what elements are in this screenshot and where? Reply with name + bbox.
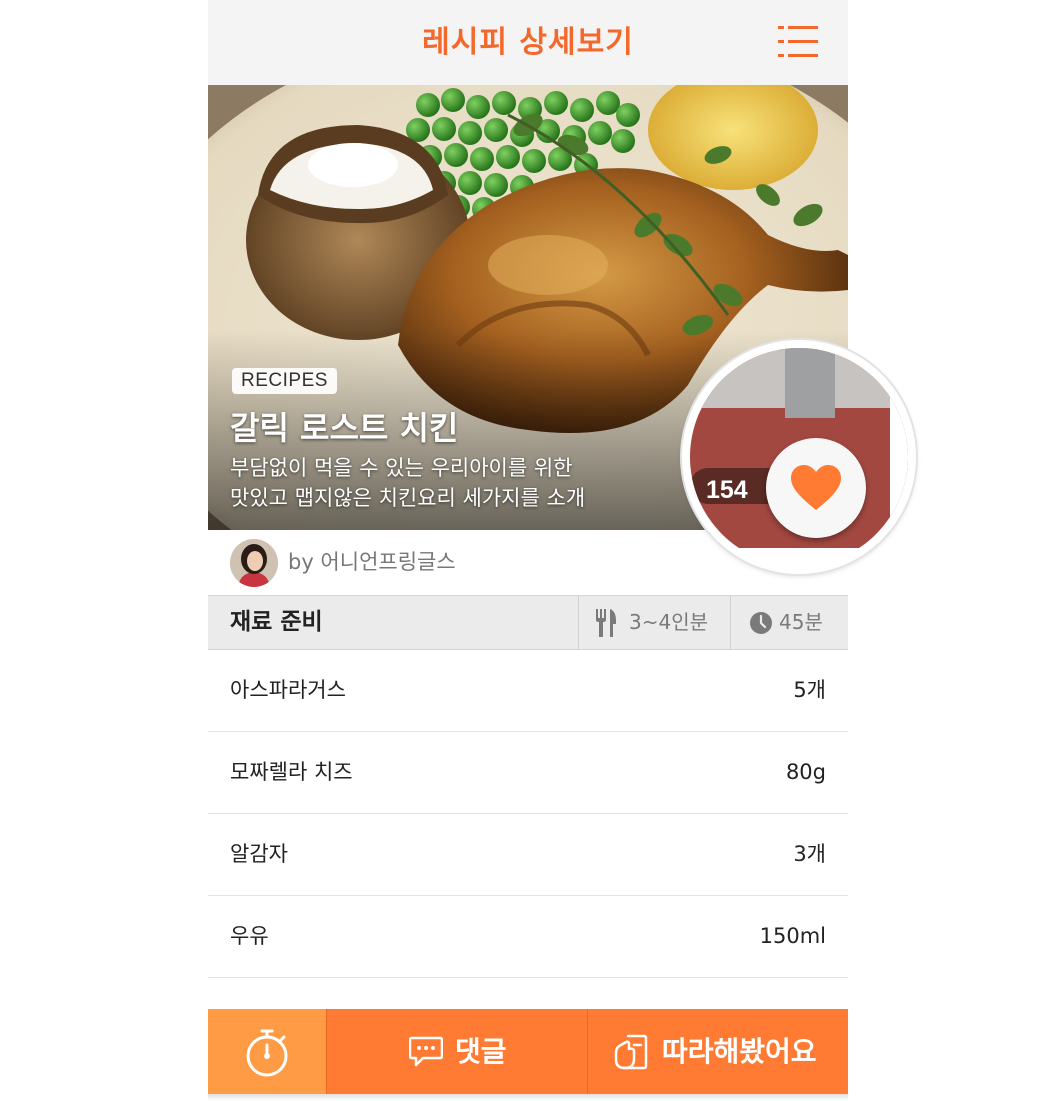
follow-along-button[interactable]: 따라해봤어요 [588,1009,848,1094]
ingredient-quantity: 80g [785,760,826,784]
list-item: 우유 150ml [208,896,848,978]
recipe-description-line: 부담없이 먹을 수 있는 우리아이를 위한 [230,456,573,480]
ingredients-title: 재료 준비 [230,609,323,635]
author-name[interactable]: by 어니언프링글스 [288,530,456,595]
list-item: 모짜렐라 치즈 80g [208,732,848,814]
recipe-description-line: 맛있고 맵지않은 치킨요리 세가지를 소개 [230,486,586,510]
timer-button[interactable] [208,1009,327,1094]
recipe-detail-screen: 레시피 상세보기 RECIPES 갈릭 로스트 치킨 부담없이 먹을 수 있는 … [208,0,916,1101]
ingredient-quantity: 3개 [793,842,826,866]
ingredient-quantity: 150ml [759,924,826,948]
app-header: 레시피 상세보기 [208,0,848,86]
ingredient-name: 우유 [230,924,269,948]
recipe-title: 갈릭 로스트 치킨 [230,409,459,447]
clock-icon [750,612,772,634]
category-tag[interactable]: RECIPES [232,368,337,394]
ingredient-name: 아스파라거스 [230,678,346,702]
toolbar-shadow [208,1094,848,1101]
cook-time: 45분 [730,596,849,649]
serving-size: 3~4인분 [578,596,731,649]
recipe-description: 부담없이 먹을 수 있는 우리아이를 위한 맛있고 맵지않은 치킨요리 세가지를… [230,453,670,513]
like-widget: 154 [682,340,916,574]
like-count: 154 [706,476,748,504]
follow-along-label: 따라해봤어요 [662,1035,817,1068]
page-title: 레시피 상세보기 [422,25,634,60]
ingredient-quantity: 5개 [793,678,826,702]
serving-text: 3~4인분 [629,610,709,634]
speech-bubble-icon [409,1036,443,1067]
avatar[interactable] [230,539,278,587]
menu-button[interactable] [778,24,818,60]
author-avatar-photo [230,539,278,587]
stopwatch-icon [246,1029,288,1077]
heart-icon [791,465,841,510]
comment-label: 댓글 [455,1035,507,1068]
ingredient-list: 아스파라거스 5개 모짜렐라 치즈 80g 알감자 3개 우유 150ml [208,650,848,978]
ingredients-header: 재료 준비 3~4인분 45분 [208,595,848,650]
bottom-toolbar: 댓글 따라해봤어요 [208,1009,848,1094]
fork-knife-icon [596,609,616,637]
like-widget-inner: 154 [690,348,908,566]
list-menu-icon [778,26,818,57]
ingredient-name: 알감자 [230,842,288,866]
hand-note-icon [614,1034,648,1070]
comment-button[interactable]: 댓글 [327,1009,588,1094]
ingredient-name: 모짜렐라 치즈 [230,760,353,784]
cook-time-text: 45분 [779,610,823,634]
list-item: 아스파라거스 5개 [208,650,848,732]
like-button[interactable] [766,438,866,538]
list-item: 알감자 3개 [208,814,848,896]
